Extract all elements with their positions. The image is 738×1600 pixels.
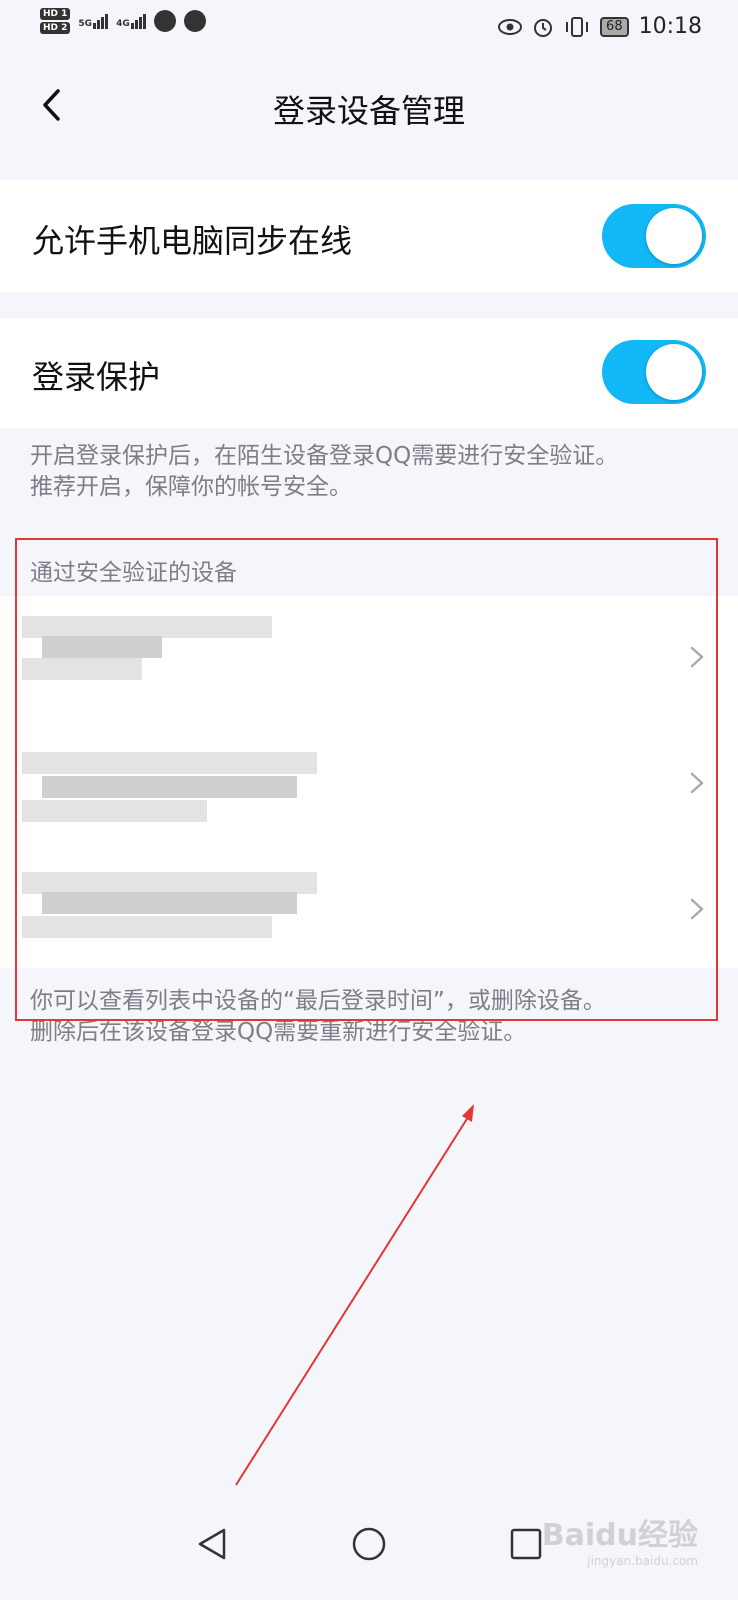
baidu-watermark: Baidu经验 jingyan.baidu.com xyxy=(541,1518,698,1568)
nav-home-button[interactable] xyxy=(337,1512,401,1576)
square-recents-icon xyxy=(510,1528,542,1560)
triangle-back-icon xyxy=(198,1528,226,1560)
annotation-arrow xyxy=(235,1104,474,1486)
circle-home-icon xyxy=(352,1527,386,1561)
nav-back-button[interactable] xyxy=(180,1512,244,1576)
